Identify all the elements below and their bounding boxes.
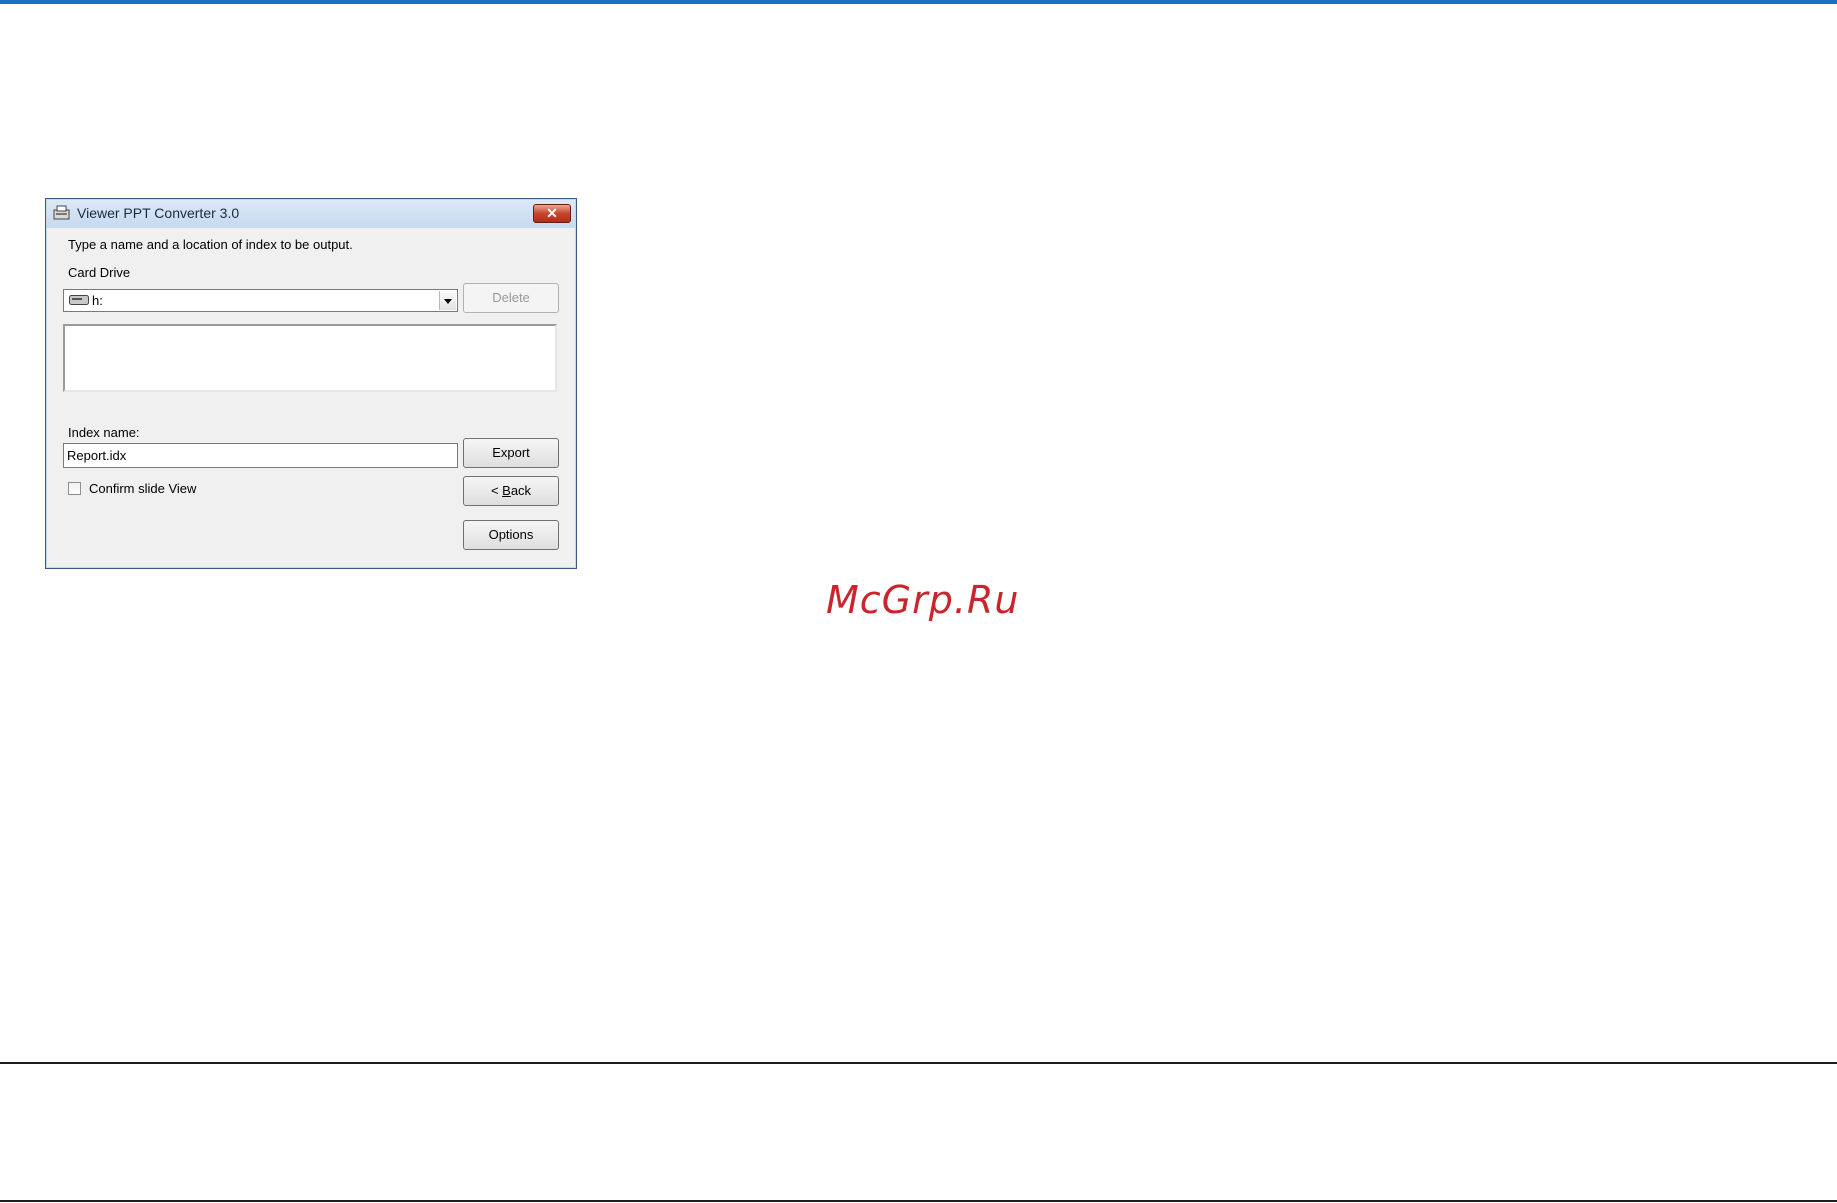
bottom-rule-upper: [0, 1062, 1837, 1064]
card-drive-label: Card Drive: [68, 265, 131, 280]
index-list[interactable]: [63, 324, 557, 392]
back-prefix: <: [490, 483, 503, 498]
app-icon: [53, 205, 70, 220]
watermark-text: McGrp.Ru: [826, 578, 1020, 622]
card-drive-value: h:: [92, 293, 103, 308]
close-button[interactable]: ✕: [533, 204, 571, 223]
index-name-input[interactable]: [63, 443, 458, 468]
options-button[interactable]: Options: [463, 520, 559, 550]
confirm-slide-view-checkbox[interactable]: [68, 482, 81, 495]
card-drive-select[interactable]: h:: [63, 289, 458, 312]
export-button[interactable]: Export: [463, 438, 559, 468]
title-bar[interactable]: Viewer PPT Converter 3.0 ✕: [47, 200, 575, 228]
bottom-rule-lower: [0, 1200, 1837, 1202]
confirm-slide-view-label: Confirm slide View: [89, 481, 197, 496]
close-icon: ✕: [546, 205, 558, 221]
instruction-text: Type a name and a location of index to b…: [68, 237, 353, 252]
back-rest: ack: [510, 483, 532, 498]
delete-button[interactable]: Delete: [463, 283, 559, 313]
dialog-title: Viewer PPT Converter 3.0: [77, 205, 240, 221]
back-button[interactable]: < Back: [463, 476, 559, 506]
index-name-label: Index name:: [68, 425, 140, 440]
back-accel: B: [502, 483, 511, 498]
drive-icon: [69, 295, 89, 305]
top-rule: [0, 0, 1837, 4]
chevron-down-icon[interactable]: [439, 291, 456, 310]
